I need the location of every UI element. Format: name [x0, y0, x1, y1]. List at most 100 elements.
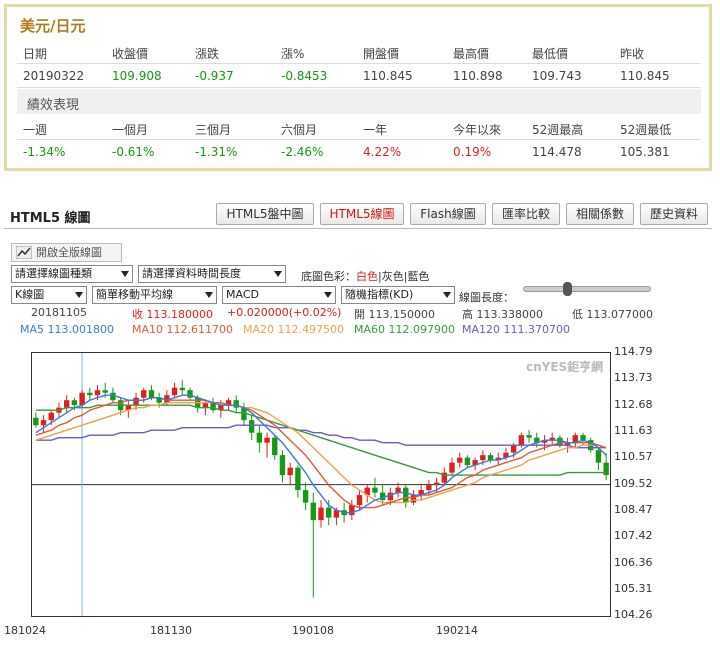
- y-tick-label: 106.36: [614, 555, 653, 569]
- y-tick-label: 111.63: [614, 423, 653, 437]
- x-tick-label: 181024: [4, 624, 46, 637]
- candle-body: [372, 487, 378, 493]
- bg-blue-option[interactable]: 藍色: [407, 270, 429, 283]
- perf-title: 績效表現: [27, 98, 80, 113]
- perf-col-6m: 六個月: [281, 123, 318, 137]
- quote-panel: 美元/日元 日期 收盤價 漲跌 漲% 開盤價 最高價 最低價 昨收 201903…: [4, 4, 712, 171]
- macd-select-label: MACD: [226, 288, 259, 301]
- chevron-down-icon: [324, 292, 332, 298]
- candle-body: [272, 437, 278, 456]
- kd-select-label: 隨機指標(KD): [345, 288, 414, 301]
- candle-body: [510, 445, 517, 453]
- candle-body: [256, 432, 263, 443]
- perf-val-1w: -1.34%: [23, 145, 66, 159]
- candle-body: [433, 482, 440, 486]
- col-prev-close: 昨收: [620, 47, 645, 61]
- candle-body: [248, 420, 255, 433]
- candle-body: [395, 487, 401, 493]
- perf-col-1y: 一年: [363, 123, 388, 137]
- perf-col-52w-low: 52週最低: [620, 123, 672, 137]
- chart-length-slider[interactable]: [523, 286, 651, 292]
- candle-body: [480, 455, 486, 461]
- y-tick-label: 108.47: [614, 502, 653, 516]
- y-tick-label: 110.57: [614, 450, 653, 464]
- info-close: 收 113.180000: [132, 308, 213, 321]
- divider: [4, 228, 712, 229]
- candle-body: [40, 420, 47, 426]
- candle-body: [48, 412, 54, 421]
- val-prev-close: 110.845: [620, 69, 670, 83]
- chart-panel-title: HTML5 線圖: [10, 211, 91, 226]
- macd-select[interactable]: MACD: [222, 286, 336, 304]
- info-open: 開 113.150000: [354, 308, 435, 321]
- val-change-pct: -0.8453: [281, 69, 328, 83]
- tab-fx-compare[interactable]: 匯率比較: [492, 203, 560, 225]
- y-tick-label: 105.31: [614, 581, 653, 595]
- chart-type-select[interactable]: 請選擇線圖種類: [11, 265, 133, 283]
- kline-select[interactable]: K線圖: [11, 286, 87, 304]
- quote-header-row: 日期 收盤價 漲跌 漲% 開盤價 最高價 最低價 昨收: [17, 40, 701, 64]
- ma20-line: [35, 402, 607, 504]
- perf-val-6m: -2.46%: [281, 145, 324, 159]
- perf-val-3m: -1.31%: [195, 145, 238, 159]
- chevron-down-icon: [443, 292, 451, 298]
- info-high: 高 113.338000: [462, 308, 543, 321]
- tab-history[interactable]: 歷史資料: [640, 203, 708, 225]
- chevron-down-icon: [75, 292, 83, 298]
- candle-body: [295, 467, 301, 491]
- col-change: 漲跌: [195, 47, 220, 61]
- info-ma20: MA20 112.497500: [243, 323, 344, 336]
- kd-select[interactable]: 隨機指標(KD): [341, 286, 455, 304]
- tab-flash-chart[interactable]: Flash線圖: [410, 203, 486, 225]
- info-ma5: MA5 113.001800: [20, 323, 114, 336]
- open-full-chart-label: 開啟全版線圖: [36, 246, 102, 259]
- chart-line-icon: [16, 246, 32, 259]
- chart-svg: [32, 353, 610, 616]
- candle-body: [526, 435, 532, 438]
- candle-body: [302, 490, 309, 503]
- bg-white-option[interactable]: 白色: [356, 270, 378, 283]
- candle-body: [233, 400, 239, 408]
- candle-body: [449, 462, 455, 473]
- perf-col-52w-high: 52週最高: [532, 123, 584, 137]
- x-tick-label: 190108: [292, 624, 334, 637]
- candle-body: [595, 450, 602, 463]
- tab-html5-chart[interactable]: HTML5線圖: [320, 203, 404, 225]
- slider-handle[interactable]: [563, 282, 572, 296]
- chevron-down-icon: [274, 271, 282, 277]
- candle-body: [410, 495, 417, 503]
- perf-val-52w-low: 105.381: [620, 145, 670, 159]
- y-tick-label: 113.73: [614, 371, 653, 385]
- val-date: 20190322: [23, 69, 85, 83]
- chevron-down-icon: [121, 271, 129, 277]
- quote-title: 美元/日元: [20, 17, 86, 35]
- perf-value-row: -1.34% -0.61% -1.31% -2.46% 4.22% 0.19% …: [17, 140, 701, 164]
- candle-body: [141, 390, 147, 398]
- info-ma10: MA10 112.611700: [132, 323, 233, 336]
- col-high: 最高價: [453, 47, 490, 61]
- candle-body: [356, 495, 363, 506]
- candlestick-chart[interactable]: [31, 352, 611, 617]
- val-low: 109.743: [532, 69, 582, 83]
- watermark-logo: cnYES鉅亨網: [526, 360, 604, 374]
- candle-body: [87, 392, 93, 396]
- open-full-chart-button[interactable]: 開啟全版線圖: [11, 243, 122, 262]
- candle-body: [102, 390, 108, 393]
- y-tick-label: 114.79: [614, 345, 653, 358]
- perf-header-row: 一週 一個月 三個月 六個月 一年 今年以來 52週最高 52週最低: [17, 116, 701, 140]
- candle-body: [171, 387, 178, 396]
- candle-body: [310, 502, 316, 521]
- candle-body: [33, 417, 39, 426]
- candle-body: [264, 437, 270, 443]
- perf-col-ytd: 今年以來: [453, 123, 502, 137]
- ma-select[interactable]: 簡單移動平均線: [92, 286, 217, 304]
- period-select[interactable]: 請選擇資料時間長度: [138, 265, 286, 283]
- bg-gray-option[interactable]: 灰色: [382, 270, 404, 283]
- tab-html5-intraday[interactable]: HTML5盤中圖: [216, 203, 314, 225]
- y-tick-label: 107.42: [614, 529, 653, 543]
- quote-value-row: 20190322 109.908 -0.937 -0.8453 110.845 …: [17, 64, 701, 88]
- info-change: +0.020000(+0.02%): [227, 306, 342, 319]
- x-tick-label: 190214: [436, 624, 478, 637]
- candle-body: [133, 397, 139, 406]
- tab-correlation[interactable]: 相關係數: [566, 203, 634, 225]
